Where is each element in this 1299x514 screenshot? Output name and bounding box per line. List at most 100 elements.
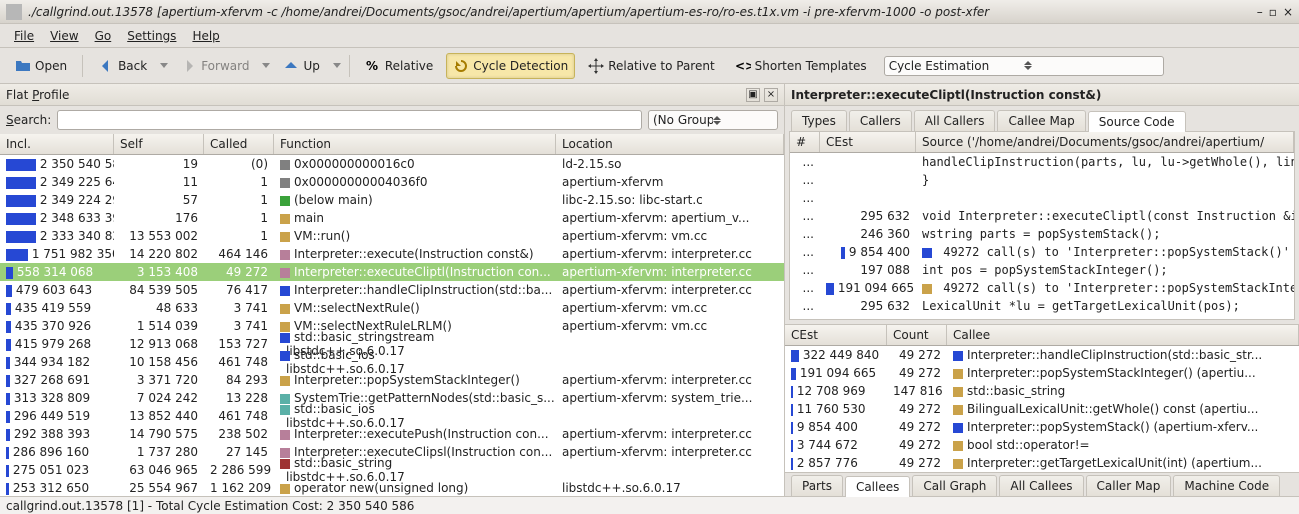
- cycle-icon: [453, 58, 469, 74]
- close-button[interactable]: ×: [1283, 5, 1293, 19]
- table-row[interactable]: 296 449 51913 852 440461 748std::basic_i…: [0, 407, 784, 425]
- search-label: Search:: [6, 113, 51, 127]
- flat-profile-body: 2 350 540 58619(0)0x000000000016c0ld-2.1…: [0, 155, 784, 496]
- tab-all-callees[interactable]: All Callees: [999, 475, 1083, 496]
- grouping-combo[interactable]: (No Grouping): [648, 110, 778, 130]
- callee-row[interactable]: 322 449 84049 272Interpreter::handleClip…: [785, 346, 1299, 364]
- table-row[interactable]: 2 348 633 3901761mainapertium-xfervm: ap…: [0, 209, 784, 227]
- forward-history-dropdown[interactable]: [262, 63, 270, 68]
- maximize-button[interactable]: ▫: [1269, 5, 1277, 19]
- table-row[interactable]: 479 603 64384 539 50576 417Interpreter::…: [0, 281, 784, 299]
- menubar: File View Go Settings Help: [0, 24, 1299, 48]
- menu-help[interactable]: Help: [186, 27, 225, 45]
- col-callee-cest[interactable]: CEst: [785, 325, 887, 345]
- source-columns: # CEst Source ('/home/andrei/Documents/g…: [790, 132, 1294, 153]
- source-row[interactable]: ...handleClipInstruction(parts, lu, lu->…: [790, 153, 1294, 171]
- close-panel-button[interactable]: ×: [764, 88, 778, 102]
- titlebar: ./callgrind.out.13578 [apertium-xfervm -…: [0, 0, 1299, 24]
- dock-button[interactable]: ▣: [746, 88, 760, 102]
- col-callee[interactable]: Callee: [947, 325, 1299, 345]
- flat-profile-header: Flat Profile ▣ ×: [0, 84, 784, 106]
- source-row[interactable]: ...295 632 LexicalUnit *lu = getTargetLe…: [790, 297, 1294, 315]
- table-row[interactable]: 2 349 225 6411110x00000000004036f0aperti…: [0, 173, 784, 191]
- top-tabs: TypesCallersAll CallersCallee MapSource …: [785, 106, 1299, 131]
- source-row[interactable]: ...}: [790, 171, 1294, 189]
- function-heading: Interpreter::executeCliptl(Instruction c…: [785, 84, 1299, 106]
- source-row[interactable]: ... 9 854 400 49272 call(s) to 'Interpre…: [790, 243, 1294, 261]
- callee-row[interactable]: 2 857 77649 272Interpreter::getTargetLex…: [785, 454, 1299, 472]
- table-row[interactable]: 292 388 39314 790 575238 502Interpreter:…: [0, 425, 784, 443]
- bottom-tabs: PartsCalleesCall GraphAll CalleesCaller …: [785, 472, 1299, 496]
- tab-caller-map[interactable]: Caller Map: [1086, 475, 1172, 496]
- callees-body: 322 449 84049 272Interpreter::handleClip…: [785, 346, 1299, 472]
- move-icon: [588, 58, 604, 74]
- col-called[interactable]: Called: [204, 134, 274, 154]
- source-row[interactable]: ...246 360 wstring parts = popSystemStac…: [790, 225, 1294, 243]
- table-row[interactable]: 2 350 540 58619(0)0x000000000016c0ld-2.1…: [0, 155, 784, 173]
- toolbar: Open Back Forward Up % Relative Cycle De…: [0, 48, 1299, 84]
- arrow-left-icon: [98, 58, 114, 74]
- relative-toggle[interactable]: % Relative: [358, 53, 440, 79]
- table-row[interactable]: 2 333 340 82013 553 0021VM::run()apertiu…: [0, 227, 784, 245]
- minimize-button[interactable]: –: [1257, 5, 1263, 19]
- menu-file[interactable]: File: [8, 27, 40, 45]
- shorten-templates-toggle[interactable]: <> Shorten Templates: [728, 53, 874, 79]
- menu-go[interactable]: Go: [89, 27, 118, 45]
- table-row[interactable]: 327 268 6913 371 72084 293Interpreter::p…: [0, 371, 784, 389]
- open-button[interactable]: Open: [8, 53, 74, 79]
- tab-callee-map[interactable]: Callee Map: [997, 110, 1085, 131]
- back-button[interactable]: Back: [91, 53, 154, 79]
- menu-settings[interactable]: Settings: [121, 27, 182, 45]
- percent-icon: %: [365, 58, 381, 74]
- callee-row[interactable]: 11 760 53049 272BilingualLexicalUnit::ge…: [785, 400, 1299, 418]
- table-row[interactable]: 2 349 224 299571(below main)libc-2.15.so…: [0, 191, 784, 209]
- callee-row[interactable]: 12 708 969147 816std::basic_string: [785, 382, 1299, 400]
- col-location[interactable]: Location: [556, 134, 784, 154]
- status-bar: callgrind.out.13578 [1] - Total Cycle Es…: [0, 496, 1299, 514]
- relative-parent-toggle[interactable]: Relative to Parent: [581, 53, 721, 79]
- back-history-dropdown[interactable]: [160, 63, 168, 68]
- forward-button[interactable]: Forward: [174, 53, 256, 79]
- up-history-dropdown[interactable]: [333, 63, 341, 68]
- tab-all-callers[interactable]: All Callers: [914, 110, 996, 131]
- table-row[interactable]: 558 314 0683 153 40849 272Interpreter::e…: [0, 263, 784, 281]
- table-row[interactable]: 435 419 55948 6333 741VM::selectNextRule…: [0, 299, 784, 317]
- callee-row[interactable]: 3 744 67249 272bool std::operator!=: [785, 436, 1299, 454]
- col-callee-count[interactable]: Count: [887, 325, 947, 345]
- col-self[interactable]: Self: [114, 134, 204, 154]
- table-row[interactable]: 275 051 02363 046 9652 286 599std::basic…: [0, 461, 784, 479]
- angle-brackets-icon: <>: [735, 58, 751, 74]
- tab-callers[interactable]: Callers: [849, 110, 912, 131]
- arrow-right-icon: [181, 58, 197, 74]
- tab-source-code[interactable]: Source Code: [1088, 111, 1186, 132]
- table-row[interactable]: 1 751 982 35014 220 802464 146Interprete…: [0, 245, 784, 263]
- col-incl[interactable]: Incl.: [0, 134, 114, 154]
- up-button[interactable]: Up: [276, 53, 326, 79]
- tab-types[interactable]: Types: [791, 110, 847, 131]
- app-icon: [6, 4, 22, 20]
- table-row[interactable]: 344 934 18210 158 456461 748std::basic_i…: [0, 353, 784, 371]
- callee-row[interactable]: 9 854 40049 272Interpreter::popSystemSta…: [785, 418, 1299, 436]
- tab-parts[interactable]: Parts: [791, 475, 843, 496]
- col-cest[interactable]: CEst: [820, 132, 916, 152]
- tab-machine-code[interactable]: Machine Code: [1173, 475, 1280, 496]
- window-title: ./callgrind.out.13578 [apertium-xfervm -…: [28, 5, 1251, 19]
- source-row[interactable]: ... 191 094 665 49272 call(s) to 'Interp…: [790, 279, 1294, 297]
- col-function[interactable]: Function: [274, 134, 556, 154]
- source-body: ...handleClipInstruction(parts, lu, lu->…: [790, 153, 1294, 319]
- menu-view[interactable]: View: [44, 27, 84, 45]
- cycle-detection-toggle[interactable]: Cycle Detection: [446, 53, 575, 79]
- callee-row[interactable]: 191 094 66549 272Interpreter::popSystemS…: [785, 364, 1299, 382]
- source-row[interactable]: ...: [790, 189, 1294, 207]
- source-row[interactable]: ...197 088 int pos = popSystemStackInteg…: [790, 261, 1294, 279]
- cost-type-combo[interactable]: Cycle Estimation: [884, 56, 1164, 76]
- tab-callees[interactable]: Callees: [845, 476, 910, 497]
- folder-open-icon: [15, 58, 31, 74]
- source-row[interactable]: ...295 632void Interpreter::executeClipt…: [790, 207, 1294, 225]
- col-linenum[interactable]: #: [790, 132, 820, 152]
- tab-call-graph[interactable]: Call Graph: [912, 475, 997, 496]
- col-source[interactable]: Source ('/home/andrei/Documents/gsoc/and…: [916, 132, 1294, 152]
- svg-text:%: %: [366, 59, 378, 73]
- search-input[interactable]: [57, 110, 642, 130]
- table-row[interactable]: 253 312 65025 554 9671 162 209operator n…: [0, 479, 784, 496]
